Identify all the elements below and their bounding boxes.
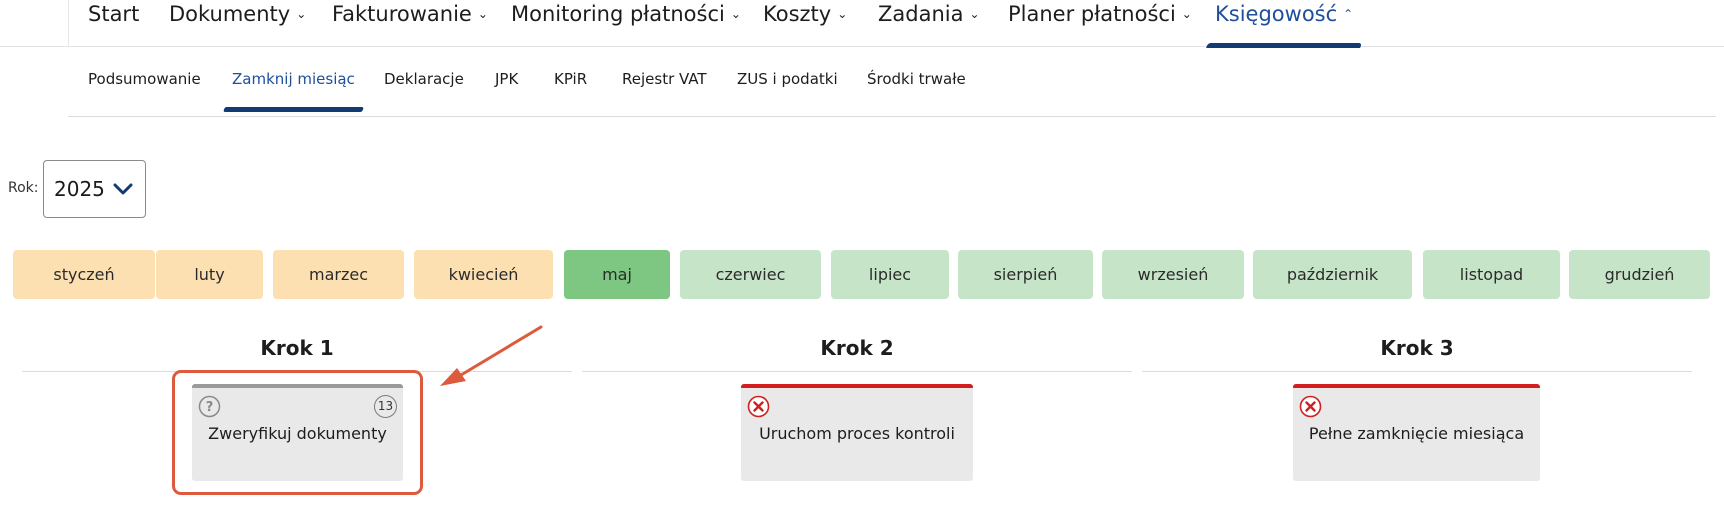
tab-podsumowanie[interactable]: Podsumowanie xyxy=(88,70,201,88)
year-select[interactable]: 2025 xyxy=(43,160,146,218)
highlight-box xyxy=(172,370,423,495)
tab-zus-i-podatki[interactable]: ZUS i podatki xyxy=(737,70,838,88)
nav-item-label: Koszty xyxy=(763,2,832,26)
chevron-up-icon: ⌃ xyxy=(1343,7,1354,21)
step-card-run-control[interactable]: Uruchom proces kontroli xyxy=(741,384,973,481)
tab-kpir[interactable]: KPiR xyxy=(554,70,587,88)
month-listopad[interactable]: listopad xyxy=(1423,250,1560,299)
month-sierpien[interactable]: sierpień xyxy=(958,250,1093,299)
year-label: Rok: xyxy=(8,180,39,196)
main-navigation: Start Dokumenty ⌄ Fakturowanie ⌄ Monitorin… xyxy=(0,0,1724,47)
nav-item-label: Zadania xyxy=(878,2,964,26)
month-styczen[interactable]: styczeń xyxy=(13,250,155,299)
nav-item-monitoring-platnosci[interactable]: Monitoring płatności ⌄ xyxy=(511,0,741,47)
nav-item-label: Monitoring płatności xyxy=(511,2,725,26)
nav-item-label: Planer płatności xyxy=(1008,2,1176,26)
tab-zamknij-miesiac[interactable]: Zamknij miesiąc xyxy=(232,70,355,88)
month-wrzesien[interactable]: wrzesień xyxy=(1102,250,1244,299)
nav-item-koszty[interactable]: Koszty ⌄ xyxy=(763,0,847,47)
nav-item-label: Start xyxy=(88,2,140,26)
nav-item-fakturowanie[interactable]: Fakturowanie ⌄ xyxy=(332,0,488,47)
card-status-bar xyxy=(1293,384,1540,388)
nav-item-label: Księgowość xyxy=(1215,2,1338,26)
tab-rejestr-vat[interactable]: Rejestr VAT xyxy=(622,70,707,88)
nav-item-planer-platnosci[interactable]: Planer płatności ⌄ xyxy=(1008,0,1192,47)
card-status-bar xyxy=(741,384,973,388)
step-divider xyxy=(1142,371,1692,372)
chevron-down-icon: ⌄ xyxy=(1181,7,1192,21)
month-czerwiec[interactable]: czerwiec xyxy=(680,250,821,299)
nav-item-start[interactable]: Start xyxy=(88,0,139,47)
chevron-down-icon xyxy=(113,183,133,195)
nav-item-ksiegowosc[interactable]: Księgowość ⌃ xyxy=(1215,0,1353,47)
month-lipiec[interactable]: lipiec xyxy=(831,250,949,299)
month-grudzien[interactable]: grudzień xyxy=(1569,250,1710,299)
month-marzec[interactable]: marzec xyxy=(273,250,404,299)
month-selector: styczeń luty marzec kwiecień maj czerwie… xyxy=(13,250,1713,299)
nav-item-label: Dokumenty xyxy=(169,2,291,26)
nav-item-label: Fakturowanie xyxy=(332,2,472,26)
year-value: 2025 xyxy=(54,177,105,201)
step-1-title: Krok 1 xyxy=(260,336,334,360)
tab-srodki-trwale[interactable]: Środki trwałe xyxy=(867,70,966,88)
step-2-title: Krok 2 xyxy=(820,336,894,360)
month-luty[interactable]: luty xyxy=(156,250,263,299)
chevron-down-icon: ⌄ xyxy=(296,7,307,21)
sub-navigation: Podsumowanie Zamknij miesiąc Deklaracje … xyxy=(68,47,1716,117)
step-divider xyxy=(582,371,1132,372)
card-label: Uruchom proces kontroli xyxy=(759,424,955,443)
nav-divider xyxy=(68,0,69,47)
step-card-full-month-close[interactable]: Pełne zamknięcie miesiąca xyxy=(1293,384,1540,481)
nav-item-zadania[interactable]: Zadania ⌄ xyxy=(878,0,980,47)
step-3-title: Krok 3 xyxy=(1380,336,1454,360)
chevron-down-icon: ⌄ xyxy=(969,7,980,21)
error-x-icon xyxy=(747,395,770,418)
nav-item-dokumenty[interactable]: Dokumenty ⌄ xyxy=(169,0,306,47)
month-pazdziernik[interactable]: październik xyxy=(1253,250,1412,299)
month-kwiecien[interactable]: kwiecień xyxy=(414,250,553,299)
tab-deklaracje[interactable]: Deklaracje xyxy=(384,70,464,88)
error-x-icon xyxy=(1299,395,1322,418)
chevron-down-icon: ⌄ xyxy=(837,7,848,21)
chevron-down-icon: ⌄ xyxy=(730,7,741,21)
card-label: Pełne zamknięcie miesiąca xyxy=(1308,424,1525,443)
month-maj[interactable]: maj xyxy=(564,250,670,299)
tab-jpk[interactable]: JPK xyxy=(495,70,518,88)
chevron-down-icon: ⌄ xyxy=(477,7,488,21)
